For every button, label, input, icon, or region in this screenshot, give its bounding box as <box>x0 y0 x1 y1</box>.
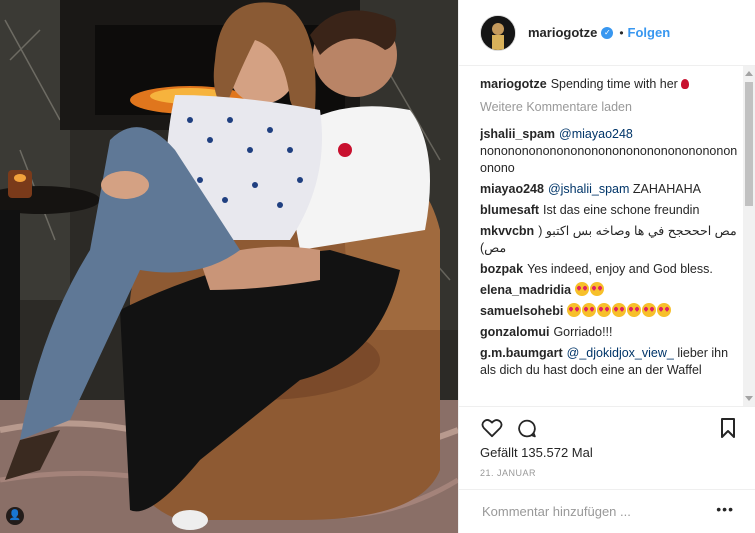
post-username[interactable]: mariogotze <box>528 25 597 40</box>
scroll-up-arrow-icon[interactable] <box>745 71 753 76</box>
scroll-down-arrow-icon[interactable] <box>745 396 753 401</box>
load-more-comments-link[interactable]: Weitere Kommentare laden <box>480 99 738 116</box>
rose-emoji-icon <box>680 79 689 89</box>
emoji-row <box>575 282 605 297</box>
comment-mention[interactable]: @_djokidjox_view_ <box>567 346 674 360</box>
comment-username[interactable]: jshalii_spam <box>480 127 555 141</box>
comment-item: gonzalomui Gorriado!!! <box>480 324 738 341</box>
user-tag-icon[interactable]: 👤 <box>6 507 24 525</box>
bookmark-icon[interactable] <box>720 418 736 438</box>
heart-eyes-emoji-icon <box>575 282 590 296</box>
comment-item: bozpak Yes indeed, enjoy and God bless. <box>480 261 738 278</box>
comment-text: Gorriado!!! <box>553 325 613 339</box>
comment-item: jshalii_spam @miayao248 nonononononononono… <box>480 126 738 177</box>
action-bar <box>459 406 755 441</box>
add-comment-bar: ••• <box>459 489 755 533</box>
avatar[interactable] <box>480 14 516 51</box>
emoji-row <box>567 303 672 318</box>
caption-username[interactable]: mariogotze <box>480 77 547 91</box>
comment-text: Yes indeed, enjoy and God bless. <box>527 262 713 276</box>
follow-button[interactable]: Folgen <box>628 25 671 40</box>
more-options-icon[interactable]: ••• <box>716 502 734 516</box>
heart-eyes-emoji-icon <box>582 303 597 317</box>
comment-mention[interactable]: @jshalii_spam <box>548 182 629 196</box>
avatar-image <box>481 15 515 50</box>
post-photo[interactable]: 👤 <box>0 0 458 533</box>
comment-list[interactable]: mariogotze Spending time with her Weitere… <box>480 76 738 406</box>
heart-eyes-emoji-icon <box>612 303 627 317</box>
comment-mention[interactable]: @miayao248 <box>559 127 633 141</box>
heart-eyes-emoji-icon <box>642 303 657 317</box>
comment-item: elena_madridia <box>480 282 738 299</box>
comment-text: nononononononononononononononononononono… <box>480 144 738 175</box>
instagram-post-view: 👤 mariogotze ✓ • Folgen mariogotze Spendi… <box>0 0 755 533</box>
caption-text: Spending time with her <box>550 77 678 91</box>
heart-eyes-emoji-icon <box>567 303 582 317</box>
photo-illustration <box>0 0 458 533</box>
verified-icon: ✓ <box>601 26 614 39</box>
comments-scrollbar[interactable] <box>743 66 755 406</box>
comment-item: mkvvcbn مص احححجح في ها وصاخه بس اكتبو ( … <box>480 223 738 257</box>
comment-username[interactable]: bozpak <box>480 262 523 276</box>
comment-item: miayao248 @jshalii_spam ZAHAHAHA <box>480 181 738 198</box>
comment-item: samuelsohebi <box>480 303 738 320</box>
scrollbar-thumb[interactable] <box>745 82 753 206</box>
comment-username[interactable]: miayao248 <box>480 182 544 196</box>
heart-eyes-emoji-icon <box>590 282 605 296</box>
post-header: mariogotze ✓ • Folgen <box>459 0 755 66</box>
comment-item: g.m.baumgart @_djokidjox_view_ lieber ihn… <box>480 345 738 379</box>
comment-username[interactable]: samuelsohebi <box>480 304 563 318</box>
comment-username[interactable]: g.m.baumgart <box>480 346 563 360</box>
comment-username[interactable]: mkvvcbn <box>480 224 534 238</box>
comment-text: Ist das eine schone freundin <box>543 203 700 217</box>
add-comment-input[interactable] <box>480 503 704 520</box>
comment-username[interactable]: blumesaft <box>480 203 539 217</box>
comment-username[interactable]: elena_madridia <box>480 283 571 297</box>
caption: mariogotze Spending time with her <box>480 76 738 93</box>
comment-item: blumesaft Ist das eine schone freundin <box>480 202 738 219</box>
post-sidebar: mariogotze ✓ • Folgen mariogotze Spending… <box>458 0 755 533</box>
post-date[interactable]: 21. JANUAR <box>480 468 536 478</box>
like-count[interactable]: Gefällt 135.572 Mal <box>480 445 593 460</box>
separator-dot: • <box>619 25 624 40</box>
heart-eyes-emoji-icon <box>657 303 672 317</box>
heart-eyes-emoji-icon <box>627 303 642 317</box>
heart-icon[interactable] <box>481 418 503 438</box>
heart-eyes-emoji-icon <box>597 303 612 317</box>
comment-icon[interactable] <box>516 418 538 439</box>
comment-username[interactable]: gonzalomui <box>480 325 549 339</box>
comment-text: ZAHAHAHA <box>632 182 701 196</box>
